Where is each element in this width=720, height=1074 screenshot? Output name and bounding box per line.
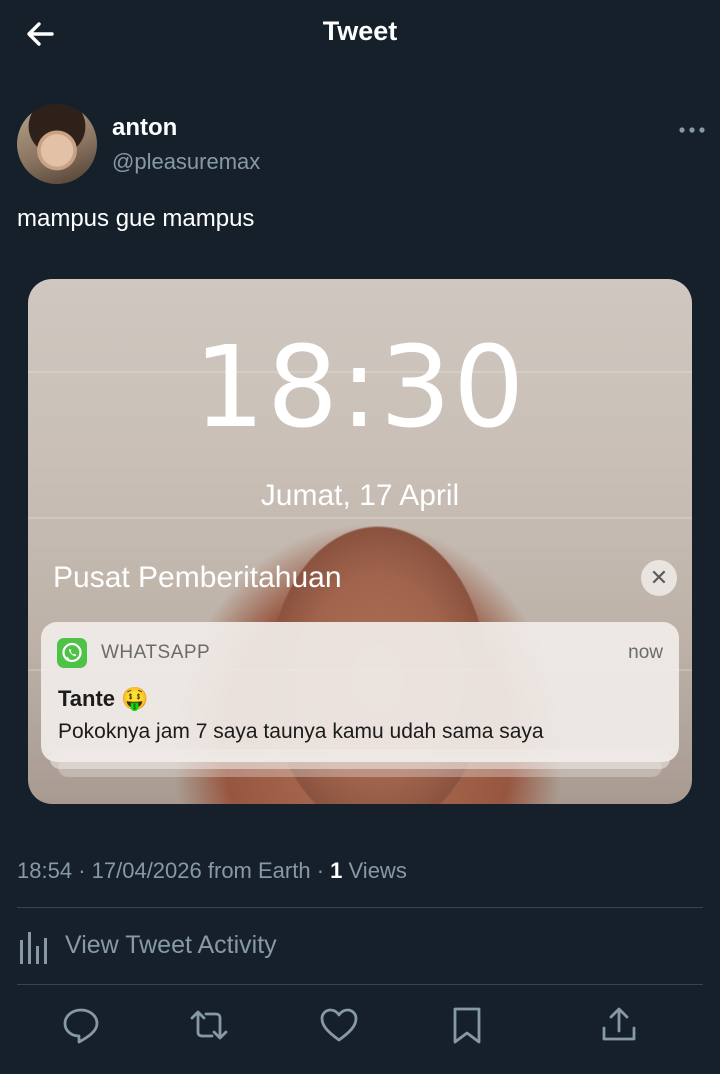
- author-handle[interactable]: @pleasuremax: [112, 149, 260, 175]
- notification-app-name: WHATSAPP: [101, 642, 211, 663]
- bookmark-icon: [453, 1007, 481, 1044]
- bookmark-button[interactable]: [446, 1004, 488, 1046]
- like-button[interactable]: [318, 1004, 360, 1046]
- reply-button[interactable]: [60, 1004, 102, 1046]
- view-tweet-activity-label: View Tweet Activity: [65, 931, 277, 959]
- tweet-date: 17/04/2026: [91, 858, 202, 883]
- views-count: 1: [330, 858, 343, 883]
- separator-dot: ·: [316, 858, 325, 883]
- tweet-text: mampus gue mampus: [17, 205, 255, 232]
- share-icon: [602, 1007, 636, 1041]
- reply-icon: [63, 1008, 99, 1044]
- retweet-button[interactable]: [188, 1004, 230, 1046]
- whatsapp-notification: WHATSAPP now Tante 🤑 Pokoknya jam 7 saya…: [41, 622, 679, 762]
- retweet-icon: [190, 1010, 228, 1040]
- divider: [17, 907, 703, 908]
- header: Tweet: [0, 0, 720, 66]
- lock-screen-date: Jumat, 17 April: [260, 479, 460, 512]
- whatsapp-icon: [57, 638, 87, 668]
- notification-title: Tante 🤑: [58, 686, 149, 711]
- share-button[interactable]: [598, 1004, 640, 1046]
- separator-dot: ·: [78, 858, 86, 883]
- more-dots-icon: [679, 127, 705, 133]
- tweet-metadata: 18:54 · 17/04/2026 from Earth · 1 Views: [17, 858, 407, 884]
- lock-screen-time: 18:30: [193, 323, 527, 453]
- page-title: Tweet: [322, 16, 398, 46]
- wall-tile-line: [28, 517, 692, 519]
- analytics-icon: [20, 932, 47, 964]
- view-tweet-activity-button[interactable]: View Tweet Activity: [17, 926, 417, 966]
- views-label: Views: [348, 858, 407, 883]
- notification-center-label: Pusat Pemberitahuan: [53, 561, 342, 594]
- divider: [17, 984, 703, 985]
- author-name[interactable]: anton: [112, 114, 177, 142]
- tweet-media-image[interactable]: 18:30 Jumat, 17 April Pusat Pemberitahua…: [28, 279, 692, 804]
- close-icon: ✕: [641, 560, 677, 596]
- avatar[interactable]: [17, 104, 97, 184]
- notification-time: now: [628, 642, 663, 663]
- tweet-time: 18:54: [17, 858, 73, 883]
- tweet-page: Tweet anton @pleasuremax mampus gue mamp…: [0, 0, 720, 1074]
- more-options-button[interactable]: [675, 118, 709, 142]
- tweet-source[interactable]: from Earth: [208, 858, 311, 883]
- like-icon: [320, 1008, 358, 1042]
- notification-body: Pokoknya jam 7 saya taunya kamu udah sam…: [58, 720, 544, 743]
